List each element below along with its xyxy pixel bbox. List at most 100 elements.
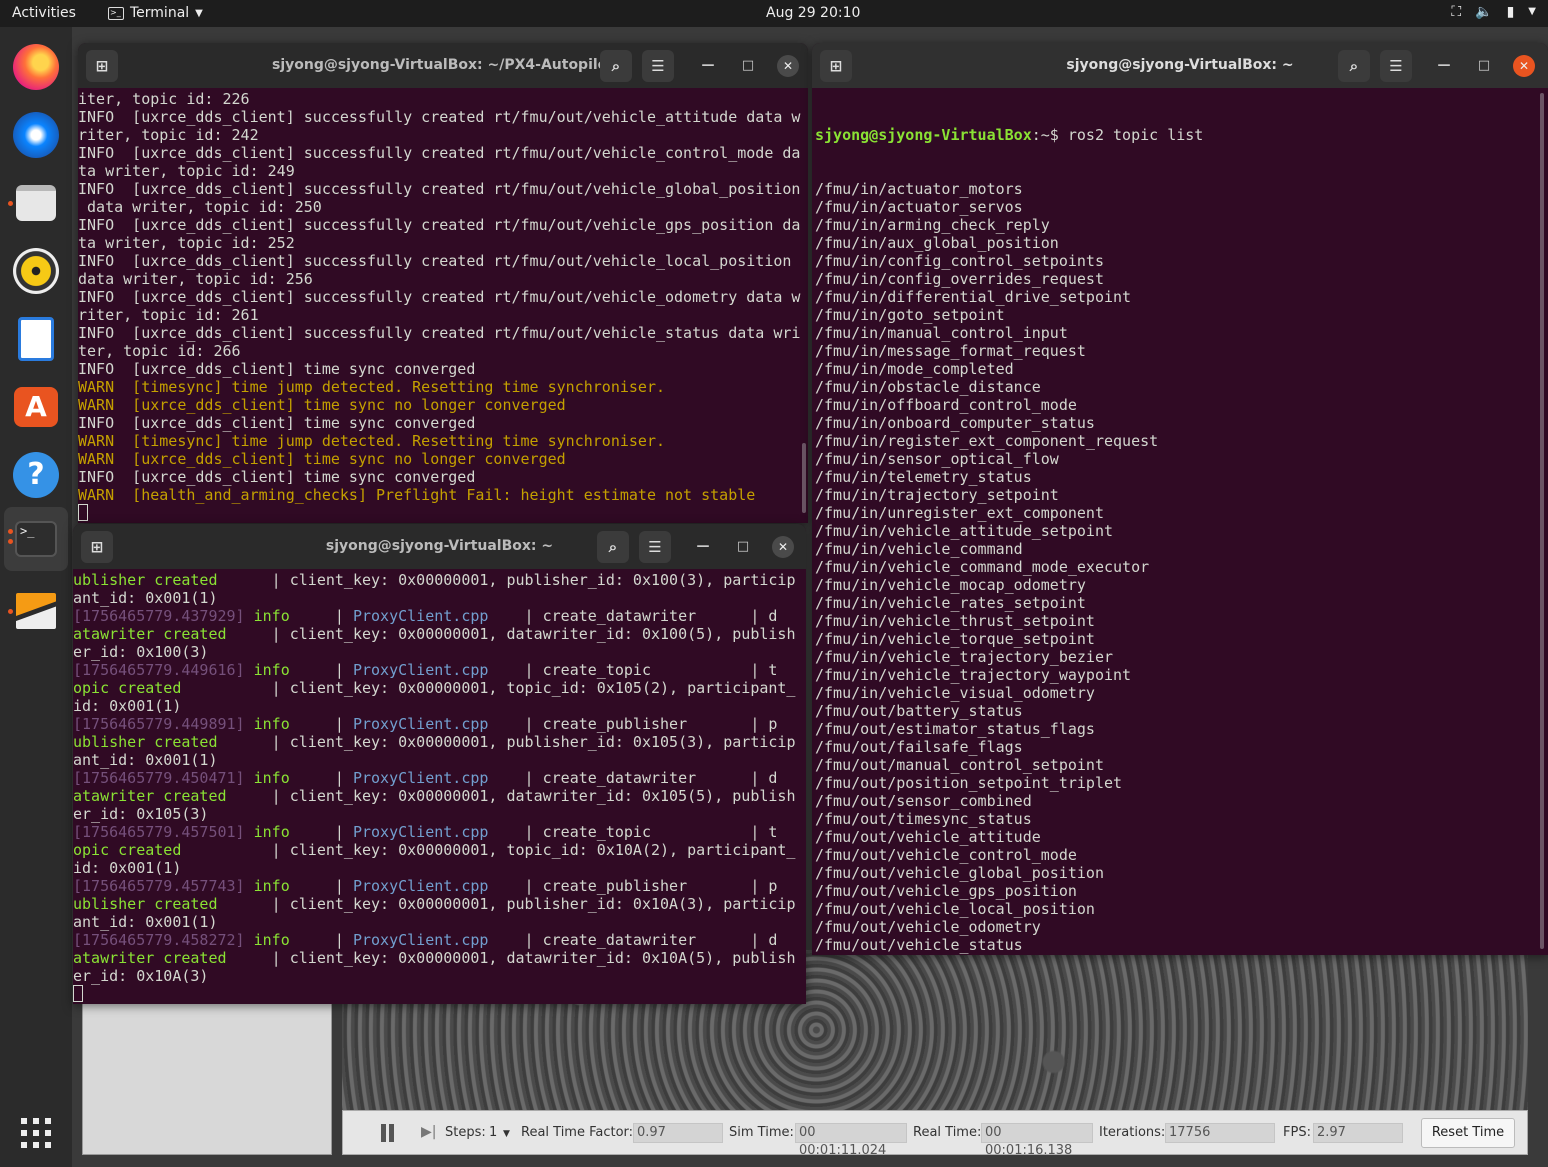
log-segment: ProxyClient.cpp <box>352 877 489 895</box>
log-line: [1756465779.457743] info | ProxyClient.c… <box>73 877 806 895</box>
search-icon[interactable]: ⌕ <box>1338 50 1370 82</box>
menu-icon[interactable]: ☰ <box>639 531 671 563</box>
log-line: data writer, topic id: 250 <box>78 198 808 216</box>
files-icon[interactable] <box>4 171 68 235</box>
minimize-icon[interactable]: — <box>693 537 713 557</box>
topic-item: /fmu/in/manual_control_input <box>815 324 1068 342</box>
topic-list: /fmu/in/actuator_motors/fmu/in/actuator_… <box>815 180 1548 955</box>
app-menu[interactable]: >_ Terminal ▼ <box>108 5 203 21</box>
minimize-icon[interactable]: — <box>698 56 718 76</box>
clock[interactable]: Aug 29 20:10 <box>766 5 860 21</box>
topic-item: /fmu/in/config_control_setpoints <box>815 252 1104 270</box>
log-segment: ProxyClient.cpp <box>352 931 489 949</box>
close-icon[interactable]: ✕ <box>1513 55 1535 77</box>
search-icon[interactable]: ⌕ <box>600 50 632 82</box>
log-segment: info <box>244 823 335 841</box>
topic-item: /fmu/out/vehicle_local_position <box>815 900 1095 918</box>
topic-item: /fmu/out/vehicle_odometry <box>815 918 1041 936</box>
step-button[interactable]: ▶| <box>421 1124 436 1140</box>
log-segment: [1756465779.458272] <box>73 931 245 949</box>
titlebar[interactable]: ⊞ sjyong@sjyong-VirtualBox: ~/PX4-Autopi… <box>78 43 808 88</box>
terminal-output[interactable]: sjyong@sjyong-VirtualBox:~$ ros2 topic l… <box>812 88 1548 955</box>
search-icon[interactable]: ⌕ <box>597 531 629 563</box>
network-icon: ⛶ <box>1451 4 1462 20</box>
close-icon[interactable]: ✕ <box>772 536 794 558</box>
log-line: ublisher created | client_key: 0x0000000… <box>73 571 806 589</box>
terminal-output[interactable]: ublisher created | client_key: 0x0000000… <box>73 569 806 1004</box>
log-line: id: 0x001(1) <box>73 859 806 877</box>
log-line: ant_id: 0x001(1) <box>73 589 806 607</box>
terminal-window-px4[interactable]: ⊞ sjyong@sjyong-VirtualBox: ~/PX4-Autopi… <box>78 43 808 523</box>
log-line: ublisher created | client_key: 0x0000000… <box>73 733 806 751</box>
rhythmbox-icon[interactable] <box>4 239 68 303</box>
topic-item: /fmu/out/battery_status <box>815 702 1023 720</box>
terminal-icon[interactable]: >_ <box>4 507 68 571</box>
titlebar[interactable]: ⊞ sjyong@sjyong-VirtualBox: ~ ⌕ ☰ — □ ✕ <box>812 43 1548 88</box>
menu-icon[interactable]: ☰ <box>642 50 674 82</box>
log-segment: | <box>334 931 353 949</box>
log-text: WARN [timesync] time jump detected. Rese… <box>78 378 665 396</box>
log-text: data writer, topic id: 256 <box>78 270 313 288</box>
log-text: INFO [uxrce_dds_client] successfully cre… <box>78 180 801 198</box>
fps-field: 2.97 <box>1313 1123 1403 1143</box>
log-text: ta writer, topic id: 249 <box>78 162 295 180</box>
scrollbar[interactable] <box>802 443 806 513</box>
terminal-output[interactable]: iter, topic id: 226 INFO [uxrce_dds_clien… <box>78 88 808 523</box>
activities-button[interactable]: Activities <box>12 5 76 21</box>
software-icon[interactable]: A <box>4 375 68 439</box>
minimize-icon[interactable]: — <box>1434 56 1454 76</box>
prompt-line[interactable] <box>78 504 808 522</box>
log-segment: info <box>244 931 335 949</box>
topic-item: /fmu/in/aux_global_position <box>815 234 1059 252</box>
reset-time-button[interactable]: Reset Time <box>1421 1118 1515 1148</box>
text-cursor <box>78 504 88 521</box>
log-text: riter, topic id: 261 <box>78 306 259 324</box>
log-segment: er_id: 0x10A(3) <box>73 967 209 985</box>
scrollbar[interactable] <box>1540 93 1544 949</box>
log-segment: | <box>334 823 353 841</box>
thunderbird-icon[interactable] <box>4 103 68 167</box>
steps-chevron-icon[interactable]: ▼ <box>503 1129 510 1139</box>
log-text: ta writer, topic id: 252 <box>78 234 295 252</box>
qgc-icon[interactable] <box>4 579 68 643</box>
log-line: atawriter created | client_key: 0x000000… <box>73 625 806 643</box>
log-segment: id: 0x001(1) <box>73 697 182 715</box>
log-line: INFO [uxrce_dds_client] successfully cre… <box>78 144 808 162</box>
writer-icon[interactable] <box>4 307 68 371</box>
topic-item: /fmu/in/vehicle_command_mode_executor <box>815 558 1150 576</box>
log-segment: | client_key: 0x00000001, publisher_id: … <box>217 895 796 913</box>
log-segment: info <box>244 661 335 679</box>
chevron-down-icon: ▼ <box>1528 6 1536 17</box>
log-segment: ProxyClient.cpp <box>352 715 489 733</box>
pause-button[interactable] <box>381 1124 397 1142</box>
log-line: data writer, topic id: 256 <box>78 270 808 288</box>
terminal-window-ros2[interactable]: ⊞ sjyong@sjyong-VirtualBox: ~ ⌕ ☰ — □ ✕ … <box>812 43 1548 955</box>
prompt-line[interactable] <box>73 985 806 1003</box>
system-tray[interactable]: ⛶ 🔈 ▮ ▼ <box>1451 4 1536 20</box>
maximize-icon[interactable]: □ <box>733 537 753 557</box>
topic-item: /fmu/out/vehicle_global_position <box>815 864 1104 882</box>
log-line: [1756465779.449891] info | ProxyClient.c… <box>73 715 806 733</box>
sim-time-field: 00 00:01:11.024 <box>795 1123 907 1158</box>
log-segment: info <box>244 877 335 895</box>
log-line: INFO [uxrce_dds_client] time sync conver… <box>78 468 808 486</box>
log-segment: | client_key: 0x00000001, publisher_id: … <box>217 571 796 589</box>
maximize-icon[interactable]: □ <box>738 56 758 76</box>
help-icon[interactable]: ? <box>4 443 68 507</box>
close-icon[interactable]: ✕ <box>777 55 799 77</box>
steps-value[interactable]: 1 <box>489 1125 497 1140</box>
firefox-icon[interactable] <box>4 35 68 99</box>
topic-item: /fmu/out/position_setpoint_triplet <box>815 774 1123 792</box>
maximize-icon[interactable]: □ <box>1474 56 1494 76</box>
terminal-window-agent[interactable]: ⊞ sjyong@sjyong-VirtualBox: ~ ⌕ ☰ — □ ✕ … <box>73 524 806 1004</box>
menu-icon[interactable]: ☰ <box>1380 50 1412 82</box>
log-text: INFO [uxrce_dds_client] successfully cre… <box>78 108 801 126</box>
log-text: INFO [uxrce_dds_client] successfully cre… <box>78 288 801 306</box>
show-apps-icon[interactable] <box>4 1101 68 1165</box>
topic-item: /fmu/out/failsafe_flags <box>815 738 1023 756</box>
log-segment: ant_id: 0x001(1) <box>73 751 218 769</box>
topic-item: /fmu/out/sensor_combined <box>815 792 1032 810</box>
titlebar[interactable]: ⊞ sjyong@sjyong-VirtualBox: ~ ⌕ ☰ — □ ✕ <box>73 524 806 569</box>
log-line: INFO [uxrce_dds_client] successfully cre… <box>78 288 808 306</box>
log-segment: er_id: 0x105(3) <box>73 805 209 823</box>
